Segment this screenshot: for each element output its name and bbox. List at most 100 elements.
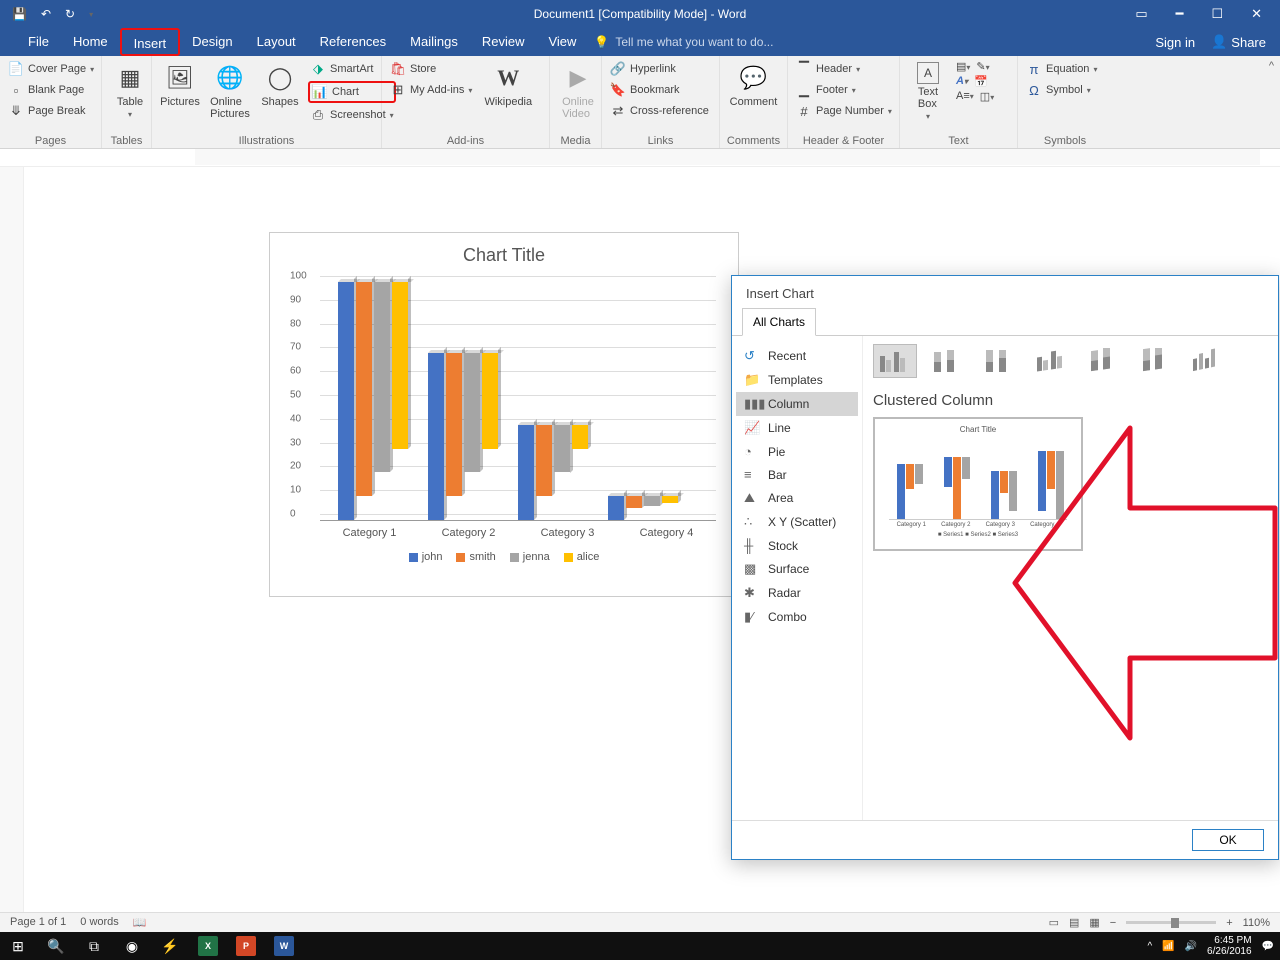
- task-view-icon[interactable]: ⧉: [82, 934, 106, 958]
- tab-layout[interactable]: Layout: [245, 28, 308, 56]
- tell-me-search[interactable]: 💡Tell me what you want to do...: [594, 35, 773, 49]
- vertical-ruler[interactable]: [0, 167, 24, 912]
- bookmark-button[interactable]: 🔖Bookmark: [608, 81, 711, 99]
- zoom-slider[interactable]: [1126, 921, 1216, 924]
- chart-type-radar[interactable]: ✱Radar: [736, 581, 858, 605]
- symbol-button[interactable]: ΩSymbol▾: [1024, 81, 1099, 99]
- volume-icon[interactable]: 🔊: [1185, 941, 1197, 952]
- share-button[interactable]: 👤Share: [1211, 34, 1266, 50]
- sign-in-link[interactable]: Sign in: [1155, 35, 1195, 50]
- page-break-icon: ⤋: [8, 103, 24, 119]
- subtype-3d-clustered[interactable]: [1029, 344, 1073, 378]
- store-button[interactable]: 🛍Store: [388, 60, 474, 78]
- word-count[interactable]: 0 words: [80, 916, 119, 929]
- tab-design[interactable]: Design: [180, 28, 244, 56]
- chart-type-column[interactable]: ▮▮▮Column: [736, 392, 858, 416]
- excel-icon[interactable]: X: [196, 934, 220, 958]
- chart-type-stock[interactable]: ╫Stock: [736, 534, 858, 557]
- shapes-button[interactable]: ◯Shapes: [258, 60, 302, 110]
- header-button[interactable]: ▔Header▾: [794, 60, 894, 78]
- dialog-tab-all-charts[interactable]: All Charts: [742, 308, 816, 336]
- subtype-100-stacked-column[interactable]: [977, 344, 1021, 378]
- chart-type-line[interactable]: 📈Line: [736, 416, 858, 440]
- tab-insert[interactable]: Insert: [120, 28, 181, 56]
- subtype-clustered-column[interactable]: [873, 344, 917, 378]
- winamp-icon[interactable]: ⚡: [158, 934, 182, 958]
- footer-button[interactable]: ▁Footer▾: [794, 81, 894, 99]
- chart-object[interactable]: Chart Title 0102030405060708090100 Categ…: [269, 232, 739, 597]
- subtype-stacked-column[interactable]: [925, 344, 969, 378]
- page-indicator[interactable]: Page 1 of 1: [10, 916, 66, 929]
- wikipedia-button[interactable]: WWikipedia: [480, 60, 536, 110]
- chart-type-recent[interactable]: ↺Recent: [736, 344, 858, 368]
- zoom-in-icon[interactable]: +: [1226, 917, 1232, 929]
- footer-icon: ▁: [796, 82, 812, 98]
- qat-dropdown-icon[interactable]: ▾: [89, 10, 93, 19]
- chart-type-scatter[interactable]: ∴X Y (Scatter): [736, 510, 858, 534]
- equation-button[interactable]: πEquation▾: [1024, 60, 1099, 78]
- signature-line-icon[interactable]: ✎▾: [976, 60, 989, 73]
- minimize-icon[interactable]: ━: [1176, 6, 1184, 22]
- read-mode-icon[interactable]: ▭: [1049, 916, 1059, 929]
- spellcheck-icon[interactable]: 📖: [133, 916, 147, 929]
- date-time-icon[interactable]: 📅: [974, 75, 988, 88]
- page-number-button[interactable]: #Page Number▾: [794, 102, 894, 120]
- print-layout-icon[interactable]: ▤: [1069, 916, 1079, 929]
- powerpoint-icon[interactable]: P: [234, 934, 258, 958]
- zoom-out-icon[interactable]: −: [1110, 917, 1116, 929]
- subtype-3d-column[interactable]: [1185, 344, 1229, 378]
- pictures-button[interactable]: 🖼Pictures: [158, 60, 202, 110]
- tab-home[interactable]: Home: [61, 28, 120, 56]
- maximize-icon[interactable]: ☐: [1211, 6, 1223, 22]
- tab-view[interactable]: View: [536, 28, 588, 56]
- blank-page-button[interactable]: ▫Blank Page: [6, 81, 96, 99]
- quick-parts-icon[interactable]: ▤▾: [956, 60, 970, 73]
- chart-type-combo[interactable]: ▮⁄Combo: [736, 605, 858, 629]
- table-button[interactable]: ▦Table▾: [108, 60, 152, 121]
- online-pictures-button[interactable]: 🌐Online Pictures: [208, 60, 252, 122]
- close-icon[interactable]: ✕: [1251, 6, 1262, 22]
- online-video-button[interactable]: ▶Online Video: [556, 60, 600, 122]
- subtype-3d-100-stacked[interactable]: [1133, 344, 1177, 378]
- page-break-button[interactable]: ⤋Page Break: [6, 102, 96, 120]
- ribbon-options-icon[interactable]: ▭: [1135, 6, 1147, 22]
- chrome-icon[interactable]: ◉: [120, 934, 144, 958]
- chart-type-surface[interactable]: ▩Surface: [736, 557, 858, 581]
- chart-type-templates[interactable]: 📁Templates: [736, 368, 858, 392]
- web-layout-icon[interactable]: ▦: [1089, 916, 1099, 929]
- zoom-level[interactable]: 110%: [1243, 917, 1270, 929]
- show-hidden-icon[interactable]: ^: [1147, 941, 1152, 952]
- tab-mailings[interactable]: Mailings: [398, 28, 470, 56]
- network-icon[interactable]: 📶: [1162, 941, 1174, 952]
- wordart-icon[interactable]: A▾: [956, 75, 968, 88]
- save-icon[interactable]: 💾: [12, 7, 27, 21]
- tab-review[interactable]: Review: [470, 28, 537, 56]
- tab-file[interactable]: File: [16, 28, 61, 56]
- screenshot-icon: ⎙: [310, 107, 326, 123]
- chart-type-area[interactable]: ⛰Area: [736, 486, 858, 510]
- my-addins-button[interactable]: ⊞My Add-ins▾: [388, 81, 474, 99]
- hyperlink-button[interactable]: 🔗Hyperlink: [608, 60, 711, 78]
- comment-button[interactable]: 💬Comment: [726, 60, 781, 110]
- tab-references[interactable]: References: [308, 28, 398, 56]
- crossref-icon: ⇄: [610, 103, 626, 119]
- system-clock[interactable]: 6:45 PM6/26/2016: [1207, 935, 1252, 957]
- cover-page-button[interactable]: 📄Cover Page▾: [6, 60, 96, 78]
- chart-type-bar[interactable]: ≡Bar: [736, 463, 858, 486]
- redo-icon[interactable]: ↻: [65, 7, 75, 21]
- text-box-button[interactable]: AText Box▾: [906, 60, 950, 123]
- action-center-icon[interactable]: 💬: [1262, 941, 1274, 952]
- cross-reference-button[interactable]: ⇄Cross-reference: [608, 102, 711, 120]
- horizontal-ruler[interactable]: [0, 149, 1280, 167]
- ok-button[interactable]: OK: [1192, 829, 1264, 851]
- object-icon[interactable]: ◫▾: [980, 90, 994, 103]
- collapse-ribbon-icon[interactable]: ^: [1269, 60, 1274, 72]
- word-icon[interactable]: W: [272, 934, 296, 958]
- drop-cap-icon[interactable]: A≡▾: [956, 90, 974, 103]
- chart-preview[interactable]: Chart Title Category 1Category 2Category…: [873, 417, 1083, 551]
- undo-icon[interactable]: ↶: [41, 7, 51, 21]
- search-icon[interactable]: 🔍: [44, 934, 68, 958]
- start-button[interactable]: ⊞: [6, 934, 30, 958]
- subtype-3d-stacked[interactable]: [1081, 344, 1125, 378]
- chart-type-pie[interactable]: ◔Pie: [736, 440, 858, 463]
